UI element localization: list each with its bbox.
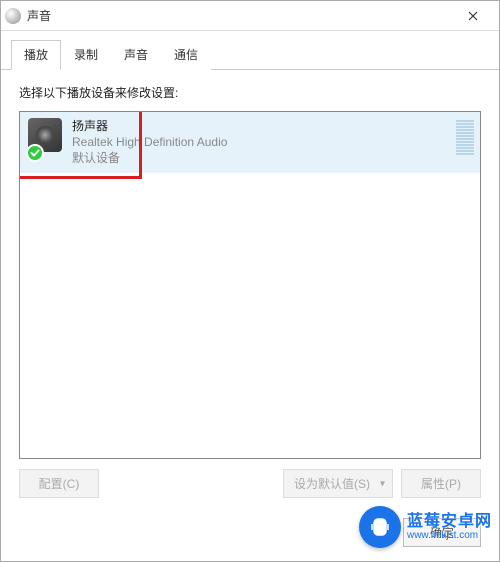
level-meter-icon (456, 120, 474, 155)
ok-button[interactable]: 确定 (403, 518, 481, 547)
device-item-speakers[interactable]: 扬声器 Realtek High Definition Audio 默认设备 (20, 112, 480, 173)
tab-content: 选择以下播放设备来修改设置: 扬声器 Realtek High Definiti… (1, 70, 499, 508)
device-status: 默认设备 (72, 150, 227, 166)
properties-button[interactable]: 属性(P) (401, 469, 481, 498)
device-icon-wrap (28, 118, 64, 160)
device-listbox[interactable]: 扬声器 Realtek High Definition Audio 默认设备 (19, 111, 481, 459)
window-title: 声音 (27, 7, 51, 24)
sound-settings-window: 声音 播放 录制 声音 通信 选择以下播放设备来修改设置: 扬声器 Re (0, 0, 500, 562)
spacer (107, 469, 275, 498)
tabstrip: 播放 录制 声音 通信 (1, 39, 499, 70)
tab-communications[interactable]: 通信 (161, 40, 211, 70)
default-check-icon (26, 144, 44, 162)
tab-recording[interactable]: 录制 (61, 40, 111, 70)
device-driver: Realtek High Definition Audio (72, 134, 227, 150)
tab-playback[interactable]: 播放 (11, 40, 61, 70)
close-icon (468, 11, 478, 21)
instruction-text: 选择以下播放设备来修改设置: (19, 84, 481, 101)
dialog-button-row: 确定 (1, 508, 499, 561)
configure-button[interactable]: 配置(C) (19, 469, 99, 498)
close-button[interactable] (450, 2, 495, 30)
device-name: 扬声器 (72, 118, 227, 134)
device-text: 扬声器 Realtek High Definition Audio 默认设备 (72, 118, 227, 167)
sound-app-icon (5, 8, 21, 24)
device-button-row: 配置(C) 设为默认值(S) 属性(P) (19, 469, 481, 498)
tab-sounds[interactable]: 声音 (111, 40, 161, 70)
set-default-button[interactable]: 设为默认值(S) (283, 469, 393, 498)
titlebar: 声音 (1, 1, 499, 31)
